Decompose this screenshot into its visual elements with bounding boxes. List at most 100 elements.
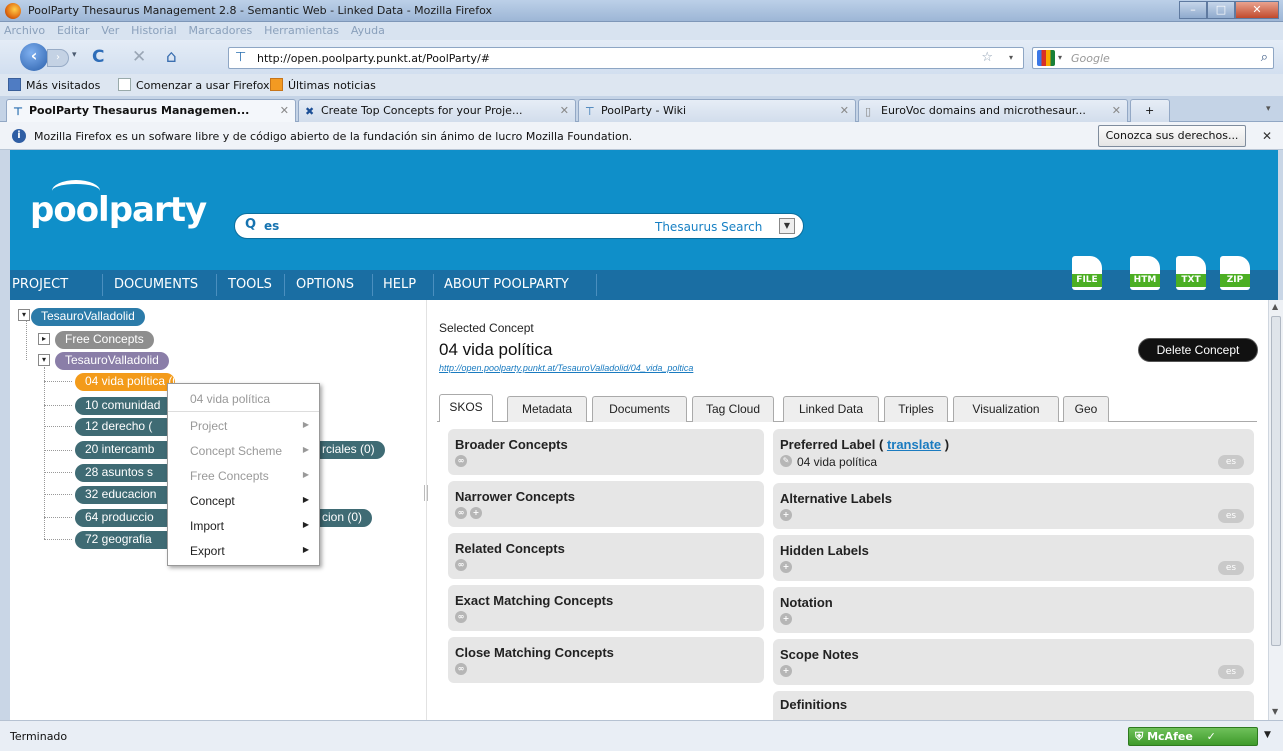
export-zip-icon[interactable]: ZIP xyxy=(1220,256,1250,290)
tab-visualization[interactable]: Visualization xyxy=(953,396,1059,422)
tree-node-20-intercambios[interactable]: 20 intercamb xyxy=(75,441,175,459)
bookmark-comenzar[interactable]: Comenzar a usar Firefox xyxy=(118,78,270,92)
new-tab-button[interactable]: + xyxy=(1130,99,1170,122)
nav-project[interactable]: PROJECT xyxy=(12,277,68,292)
add-icon[interactable]: + xyxy=(780,509,792,521)
collapse-toggle-icon[interactable]: ▾ xyxy=(38,354,50,366)
tree-node-72-geografia[interactable]: 72 geografia xyxy=(75,531,175,549)
tree-node-10-comunidad[interactable]: 10 comunidad xyxy=(75,397,175,415)
context-menu-concept-scheme[interactable]: Concept Scheme ▶ xyxy=(168,438,319,462)
link-icon[interactable]: ∞ xyxy=(455,455,467,467)
close-tab-icon[interactable]: ✕ xyxy=(840,104,849,117)
bookmark-star-icon[interactable]: ☆ xyxy=(981,50,993,65)
context-menu-free-concepts[interactable]: Free Concepts ▶ xyxy=(168,463,319,487)
close-tab-icon[interactable]: ✕ xyxy=(560,104,569,117)
tab-triples[interactable]: Triples xyxy=(884,396,948,422)
back-button[interactable]: ‹ xyxy=(20,43,48,71)
scroll-down-icon[interactable]: ▼ xyxy=(1272,707,1278,716)
edit-icon[interactable]: ✎ xyxy=(780,455,792,467)
tree-node-12-derecho[interactable]: 12 derecho ( xyxy=(75,418,175,436)
home-icon[interactable]: ⌂ xyxy=(166,48,177,66)
menu-archivo[interactable]: Archivo xyxy=(0,22,49,37)
concept-uri-link[interactable]: http://open.poolparty.punkt.at/TesauroVa… xyxy=(439,363,693,373)
add-icon[interactable]: + xyxy=(470,507,482,519)
preferred-label-value[interactable]: 04 vida política xyxy=(797,455,877,469)
close-tab-icon[interactable]: ✕ xyxy=(280,104,289,117)
tab-list-dropdown-icon[interactable]: ▾ xyxy=(1266,104,1271,114)
link-icon[interactable]: ∞ xyxy=(455,507,467,519)
tab-skos[interactable]: SKOS xyxy=(439,394,493,422)
link-icon[interactable]: ∞ xyxy=(455,611,467,623)
tree-node-root[interactable]: TesauroValladolid xyxy=(31,308,145,326)
tab-documents[interactable]: Documents xyxy=(592,396,687,422)
menu-historial[interactable]: Historial xyxy=(127,22,180,37)
nav-about-poolparty[interactable]: ABOUT POOLPARTY xyxy=(444,277,569,292)
translate-link[interactable]: translate xyxy=(887,437,941,452)
minimize-button[interactable]: – xyxy=(1179,1,1207,19)
maximize-button[interactable]: □ xyxy=(1207,1,1235,19)
forward-button[interactable]: › xyxy=(47,49,69,67)
tree-node-20-intercambios-tail[interactable]: rciales (0) xyxy=(318,441,385,459)
thesaurus-search-input[interactable]: es xyxy=(264,219,279,233)
know-your-rights-button[interactable]: Conozca sus derechos... xyxy=(1098,125,1246,147)
add-icon[interactable]: + xyxy=(780,561,792,573)
menu-ayuda[interactable]: Ayuda xyxy=(347,22,389,37)
tree-node-04-vida-politica[interactable]: 04 vida política (0) xyxy=(75,373,175,391)
menu-herramientas[interactable]: Herramientas xyxy=(260,22,343,37)
google-icon[interactable] xyxy=(1037,50,1055,66)
reload-icon[interactable]: C xyxy=(92,48,104,66)
export-file-icon[interactable]: FILE xyxy=(1072,256,1102,290)
tree-node-32-educacion[interactable]: 32 educacion xyxy=(75,486,175,504)
context-menu-export[interactable]: Export ▶ xyxy=(168,538,319,562)
history-dropdown-icon[interactable]: ▾ xyxy=(72,50,77,60)
close-window-button[interactable]: ✕ xyxy=(1235,1,1279,19)
browser-tab-eurovoc[interactable]: ▯ EuroVoc domains and microthesaur... ✕ xyxy=(858,99,1128,122)
link-icon[interactable]: ∞ xyxy=(455,559,467,571)
close-tab-icon[interactable]: ✕ xyxy=(1112,104,1121,117)
nav-help[interactable]: HELP xyxy=(383,277,416,292)
tab-tag-cloud[interactable]: Tag Cloud xyxy=(692,396,774,422)
tab-linked-data[interactable]: Linked Data xyxy=(783,396,879,422)
menu-ver[interactable]: Ver xyxy=(97,22,123,37)
tree-node-free-concepts[interactable]: Free Concepts xyxy=(55,331,154,349)
close-notification-icon[interactable]: ✕ xyxy=(1262,129,1272,143)
mcafee-siteadvisor-button[interactable]: ⛨ McAfee ✓ xyxy=(1128,727,1258,746)
context-menu-concept[interactable]: Concept ▶ xyxy=(168,488,319,512)
bookmark-ultimas-noticias[interactable]: Últimas noticias xyxy=(270,78,376,92)
nav-tools[interactable]: TOOLS xyxy=(228,277,272,292)
browser-tab-poolparty-wiki[interactable]: ⊤ PoolParty - Wiki ✕ xyxy=(578,99,856,122)
scrollbar-thumb[interactable] xyxy=(1271,316,1281,646)
url-text[interactable]: http://open.poolparty.punkt.at/PoolParty… xyxy=(257,52,490,65)
url-bar[interactable]: ⊤ http://open.poolparty.punkt.at/PoolPar… xyxy=(228,47,1024,69)
tree-node-64-produccion-tail[interactable]: cion (0) xyxy=(318,509,373,527)
page-vertical-scrollbar[interactable]: ▲ ▼ xyxy=(1268,300,1283,720)
url-dropdown-icon[interactable]: ▾ xyxy=(1009,53,1013,62)
tree-node-64-produccion[interactable]: 64 produccio xyxy=(75,509,175,527)
menu-marcadores[interactable]: Marcadores xyxy=(184,22,256,37)
nav-options[interactable]: OPTIONS xyxy=(296,277,354,292)
mcafee-dropdown-icon[interactable]: ▼ xyxy=(1264,730,1271,740)
add-icon[interactable]: + xyxy=(780,665,792,677)
thesaurus-search-label[interactable]: Thesaurus Search xyxy=(655,220,762,234)
menu-editar[interactable]: Editar xyxy=(53,22,94,37)
link-icon[interactable]: ∞ xyxy=(455,663,467,675)
tab-metadata[interactable]: Metadata xyxy=(507,396,587,422)
poolparty-logo[interactable]: poolparty xyxy=(30,180,207,230)
context-menu-import[interactable]: Import ▶ xyxy=(168,513,319,537)
web-search-box[interactable]: ▾ Google ⌕ xyxy=(1032,47,1274,69)
context-menu-project[interactable]: Project ▶ xyxy=(168,413,319,437)
scroll-up-icon[interactable]: ▲ xyxy=(1272,302,1278,311)
expand-toggle-icon[interactable]: ▸ xyxy=(38,333,50,345)
export-txt-icon[interactable]: TXT xyxy=(1176,256,1206,290)
collapse-toggle-icon[interactable]: ▾ xyxy=(18,309,30,321)
search-icon[interactable]: ⌕ xyxy=(1261,50,1268,65)
export-htm-icon[interactable]: HTM xyxy=(1130,256,1160,290)
search-scope-dropdown-icon[interactable]: ▼ xyxy=(779,218,795,234)
add-icon[interactable]: + xyxy=(780,613,792,625)
tab-geo[interactable]: Geo xyxy=(1063,396,1109,422)
delete-concept-button[interactable]: Delete Concept xyxy=(1138,338,1258,362)
browser-tab-create-top-concepts[interactable]: ✖ Create Top Concepts for your Proje... … xyxy=(298,99,576,122)
tree-node-28-asuntos[interactable]: 28 asuntos s xyxy=(75,464,175,482)
search-engine-dropdown-icon[interactable]: ▾ xyxy=(1058,53,1062,62)
tree-node-concept-scheme[interactable]: TesauroValladolid xyxy=(55,352,169,370)
